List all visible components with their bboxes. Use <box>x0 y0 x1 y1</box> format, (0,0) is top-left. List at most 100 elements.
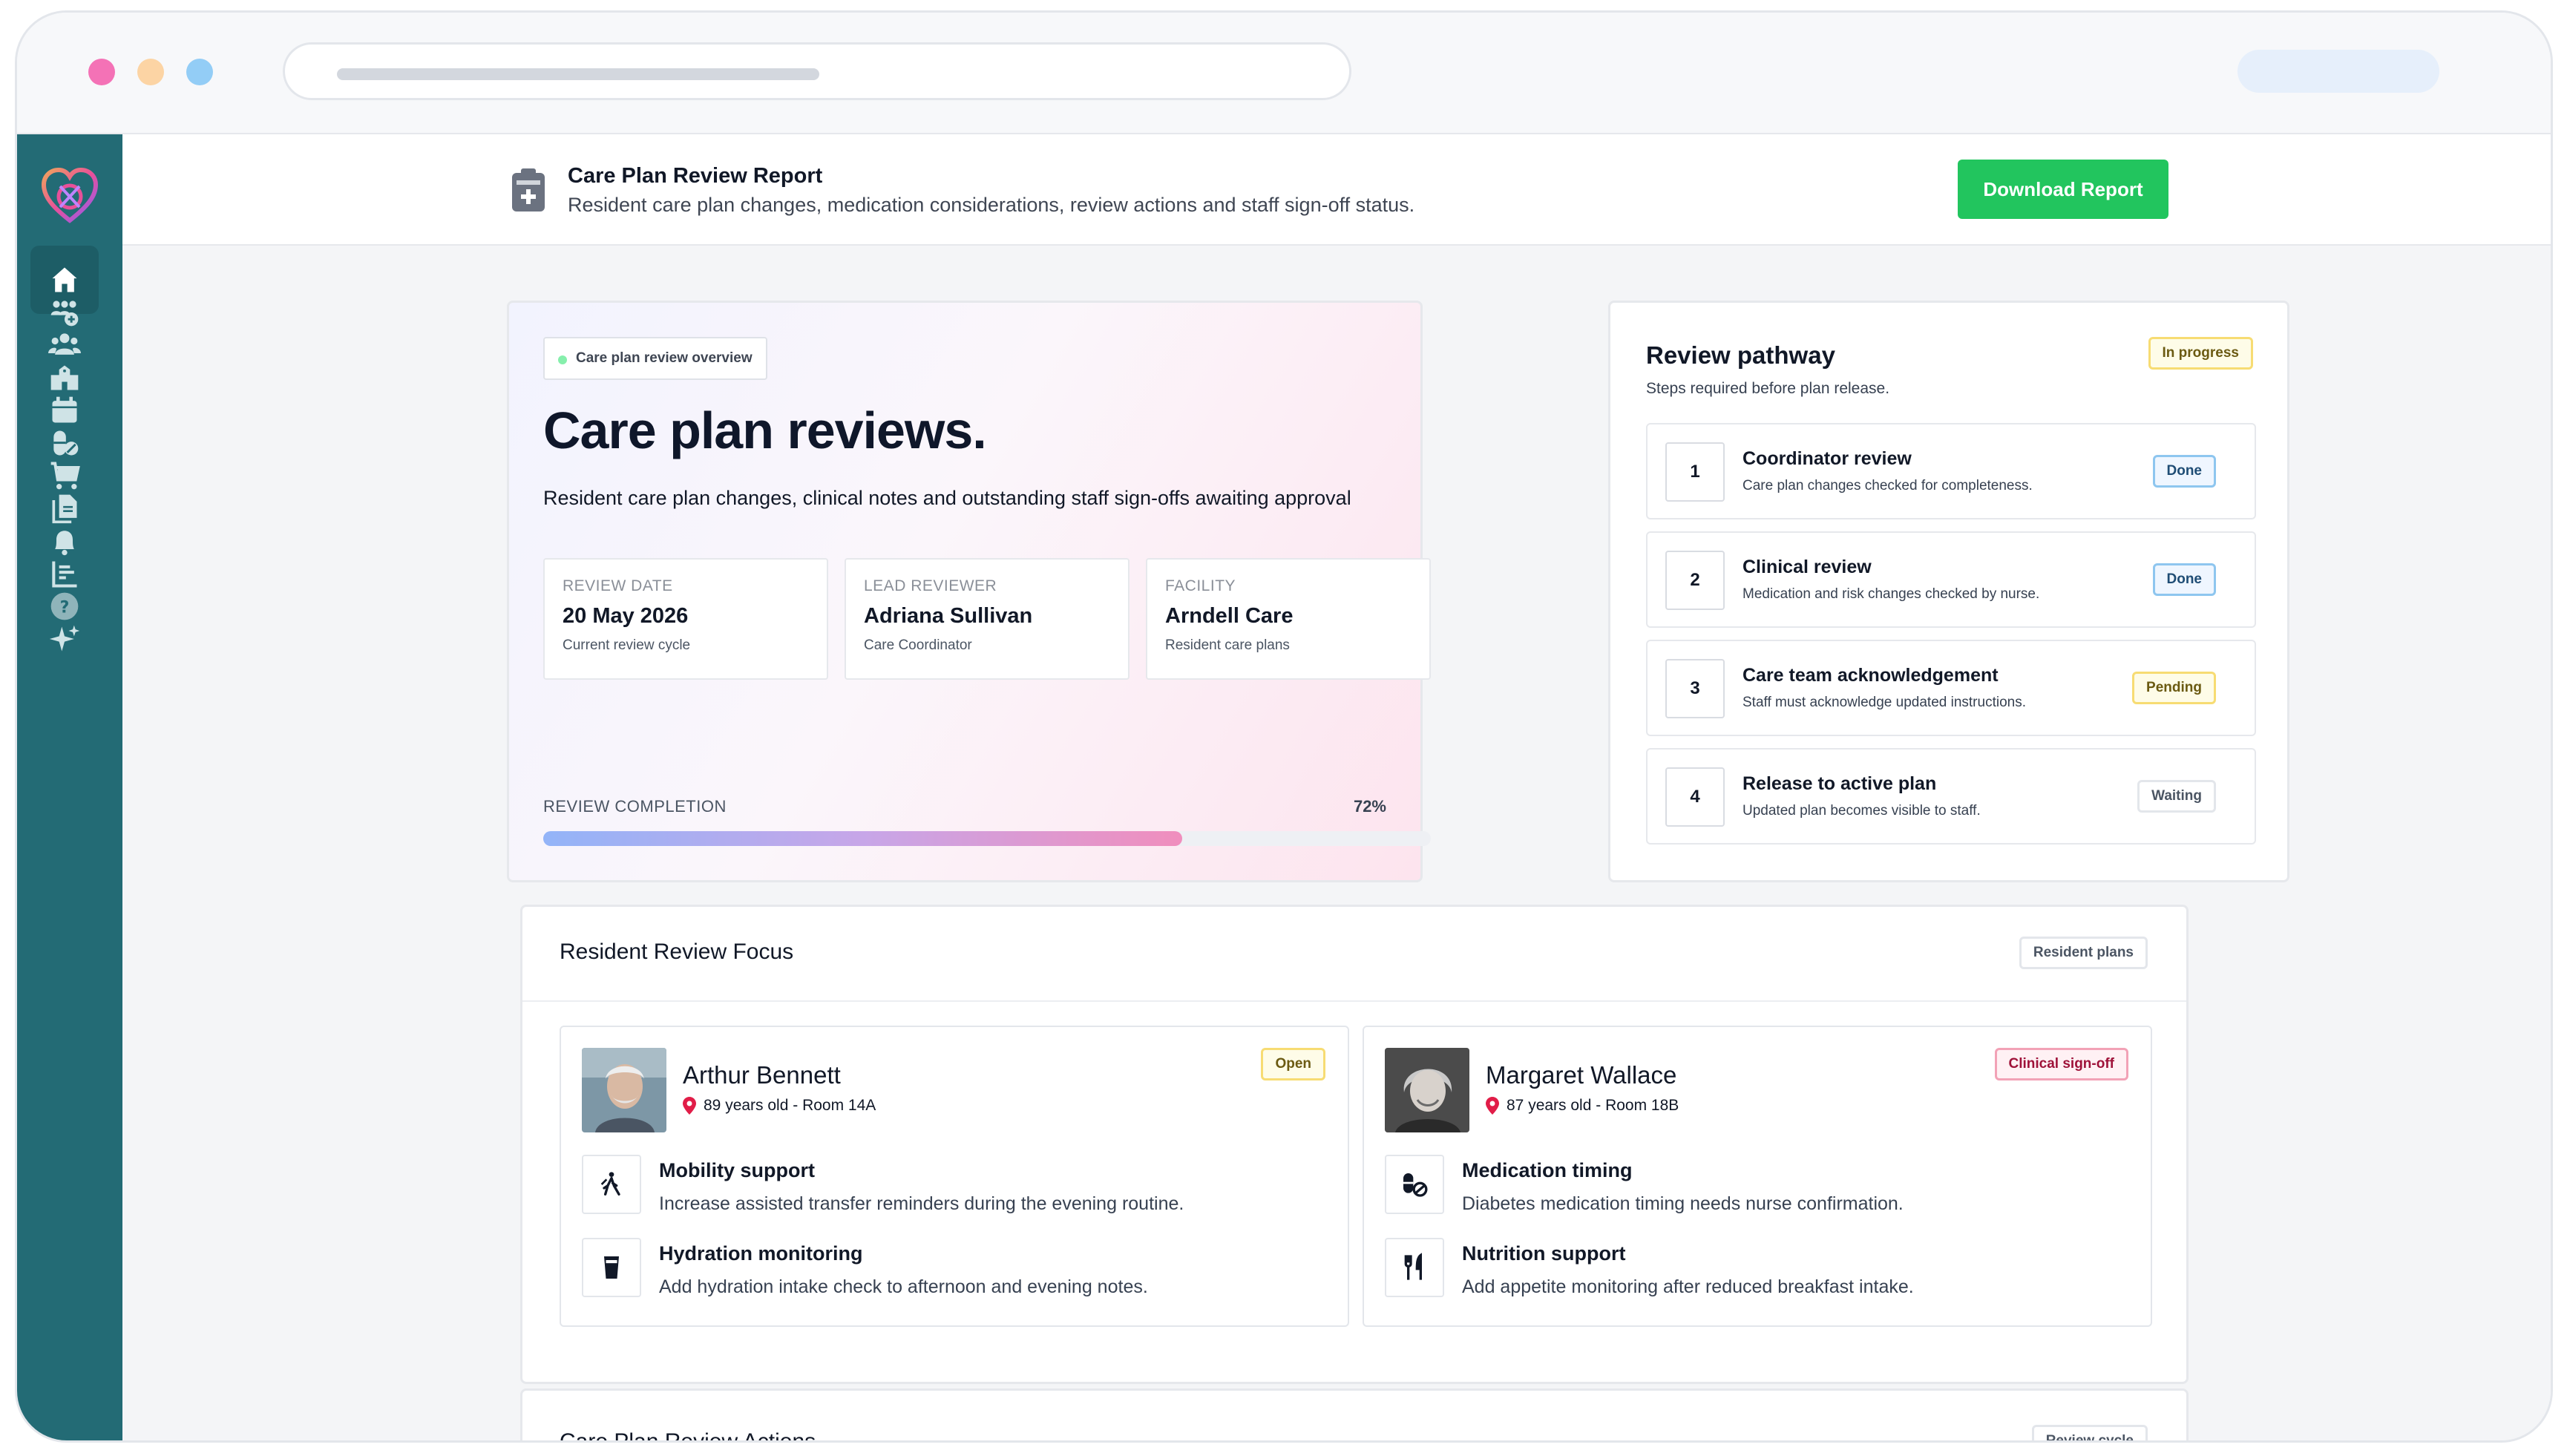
info-label: FACILITY <box>1165 577 1236 594</box>
info-label: LEAD REVIEWER <box>864 577 997 594</box>
progress-fill <box>543 831 1183 846</box>
resident-status-badge: Clinical sign-off <box>1994 1048 2128 1080</box>
step-description: Medication and risk changes checked by n… <box>1743 586 2040 602</box>
pills-icon <box>1403 1173 1428 1197</box>
overview-description: Resident care plan changes, clinical not… <box>543 487 1351 509</box>
resident-meta: 89 years old - Room 14A <box>683 1097 876 1115</box>
resident-focus-card: Resident Review Focus Resident plans Art… <box>520 905 2189 1384</box>
location-pin-icon <box>1486 1097 1499 1115</box>
sparkle-icon <box>49 625 80 652</box>
walking-icon <box>600 1172 620 1196</box>
resident-card[interactable]: Margaret Wallace 87 years old - Room 18B… <box>1363 1026 2152 1327</box>
info-review-date: REVIEW DATE 20 May 2026 Current review c… <box>543 558 828 680</box>
overview-chip: Care plan review overview <box>543 337 767 380</box>
resident-avatar <box>1385 1048 1469 1132</box>
nav-ai-assistant[interactable] <box>30 605 99 673</box>
care-need-item: Medication timing Diabetes medication ti… <box>1385 1155 2127 1219</box>
resident-name: Arthur Bennett <box>683 1061 841 1089</box>
resident-meta: 87 years old - Room 18B <box>1486 1097 1679 1115</box>
step-status-badge: Pending <box>2132 672 2216 704</box>
need-title: Medication timing <box>1462 1159 1633 1181</box>
need-description: Increase assisted transfer reminders dur… <box>659 1193 1184 1214</box>
step-title: Care team acknowledgement <box>1743 665 1999 686</box>
pathway-step[interactable]: 1 Coordinator review Care plan changes c… <box>1646 423 2256 519</box>
pathway-status-badge: In progress <box>2148 337 2253 370</box>
progress-value: 72% <box>1353 797 1386 816</box>
focus-header: Resident Review Focus Resident plans <box>522 907 2186 1002</box>
need-title: Hydration monitoring <box>659 1242 863 1265</box>
need-icon-box <box>1385 1238 1444 1297</box>
step-status-badge: Done <box>2152 563 2216 596</box>
app-logo-icon[interactable] <box>38 164 102 228</box>
info-value: Arndell Care <box>1165 604 1294 628</box>
overview-title: Care plan reviews. <box>543 401 987 459</box>
browser-chrome <box>17 13 2551 134</box>
need-title: Nutrition support <box>1462 1242 1626 1265</box>
focus-title: Resident Review Focus <box>560 939 794 964</box>
report-header: Care Plan Review Report Resident care pl… <box>122 134 2551 246</box>
info-sub: Current review cycle <box>563 637 691 653</box>
progress-bar <box>543 831 1431 846</box>
review-actions-card: Care Plan Review Actions Review cycle <box>520 1388 2189 1440</box>
step-title: Release to active plan <box>1743 773 1937 794</box>
need-icon-box <box>582 1155 641 1214</box>
step-title: Coordinator review <box>1743 448 1912 469</box>
pathway-step[interactable]: 4 Release to active plan Updated plan be… <box>1646 748 2256 845</box>
minimize-window-button[interactable] <box>137 59 164 85</box>
need-title: Mobility support <box>659 1159 815 1181</box>
maximize-window-button[interactable] <box>186 59 213 85</box>
step-number: 4 <box>1665 767 1725 827</box>
clipboard-medical-icon <box>512 168 545 211</box>
step-number: 1 <box>1665 442 1725 502</box>
utensils-icon <box>1404 1253 1422 1280</box>
pathway-subtitle: Steps required before plan release. <box>1646 380 1890 397</box>
resident-age-room: 89 years old - Room 14A <box>704 1097 876 1114</box>
report-subtitle: Resident care plan changes, medication c… <box>568 194 1415 216</box>
need-description: Add hydration intake check to afternoon … <box>659 1276 1148 1297</box>
resident-avatar <box>582 1048 666 1132</box>
step-description: Updated plan becomes visible to staff. <box>1743 803 1981 819</box>
step-description: Staff must acknowledge updated instructi… <box>1743 695 2026 710</box>
step-number: 2 <box>1665 551 1725 610</box>
care-need-item: Hydration monitoring Add hydration intak… <box>582 1238 1324 1302</box>
resident-name: Margaret Wallace <box>1486 1061 1677 1089</box>
pathway-step[interactable]: 2 Clinical review Medication and risk ch… <box>1646 531 2256 628</box>
step-number: 3 <box>1665 659 1725 718</box>
main-content: Care plan review overview Care plan revi… <box>122 246 2551 1440</box>
step-status-badge: Done <box>2152 455 2216 488</box>
info-sub: Resident care plans <box>1165 637 1290 653</box>
info-sub: Care Coordinator <box>864 637 972 653</box>
step-status-badge: Waiting <box>2137 780 2216 813</box>
info-value: 20 May 2026 <box>563 604 689 628</box>
resident-plans-badge[interactable]: Resident plans <box>2019 937 2148 969</box>
need-icon-box <box>582 1238 641 1297</box>
resident-status-badge: Open <box>1261 1048 1325 1080</box>
care-need-item: Mobility support Increase assisted trans… <box>582 1155 1324 1219</box>
address-bar[interactable] <box>283 42 1351 100</box>
review-cycle-badge[interactable]: Review cycle <box>2031 1425 2148 1440</box>
actions-title: Care Plan Review Actions <box>560 1429 816 1440</box>
download-report-button[interactable]: Download Report <box>1958 160 2168 219</box>
review-pathway-card: Review pathway Steps required before pla… <box>1608 301 2289 882</box>
pathway-step[interactable]: 3 Care team acknowledgement Staff must a… <box>1646 640 2256 736</box>
need-icon-box <box>1385 1155 1444 1214</box>
step-description: Care plan changes checked for completene… <box>1743 478 2033 493</box>
browser-action-pill[interactable] <box>2237 50 2439 93</box>
pathway-title: Review pathway <box>1646 341 1835 369</box>
progress-label: REVIEW COMPLETION <box>543 797 727 816</box>
need-description: Add appetite monitoring after reduced br… <box>1462 1276 1914 1297</box>
address-placeholder <box>337 68 819 80</box>
resident-card[interactable]: Arthur Bennett 89 years old - Room 14A O… <box>560 1026 1349 1327</box>
report-title: Care Plan Review Report <box>568 164 823 188</box>
info-label: REVIEW DATE <box>563 577 673 594</box>
location-pin-icon <box>683 1097 696 1115</box>
info-facility: FACILITY Arndell Care Resident care plan… <box>1146 558 1431 680</box>
need-description: Diabetes medication timing needs nurse c… <box>1462 1193 1904 1214</box>
close-window-button[interactable] <box>88 59 115 85</box>
step-title: Clinical review <box>1743 557 1872 577</box>
cup-icon <box>604 1256 619 1279</box>
info-lead-reviewer: LEAD REVIEWER Adriana Sullivan Care Coor… <box>845 558 1130 680</box>
resident-age-room: 87 years old - Room 18B <box>1507 1097 1679 1114</box>
sidebar: ? <box>17 134 122 1440</box>
care-need-item: Nutrition support Add appetite monitorin… <box>1385 1238 2127 1302</box>
